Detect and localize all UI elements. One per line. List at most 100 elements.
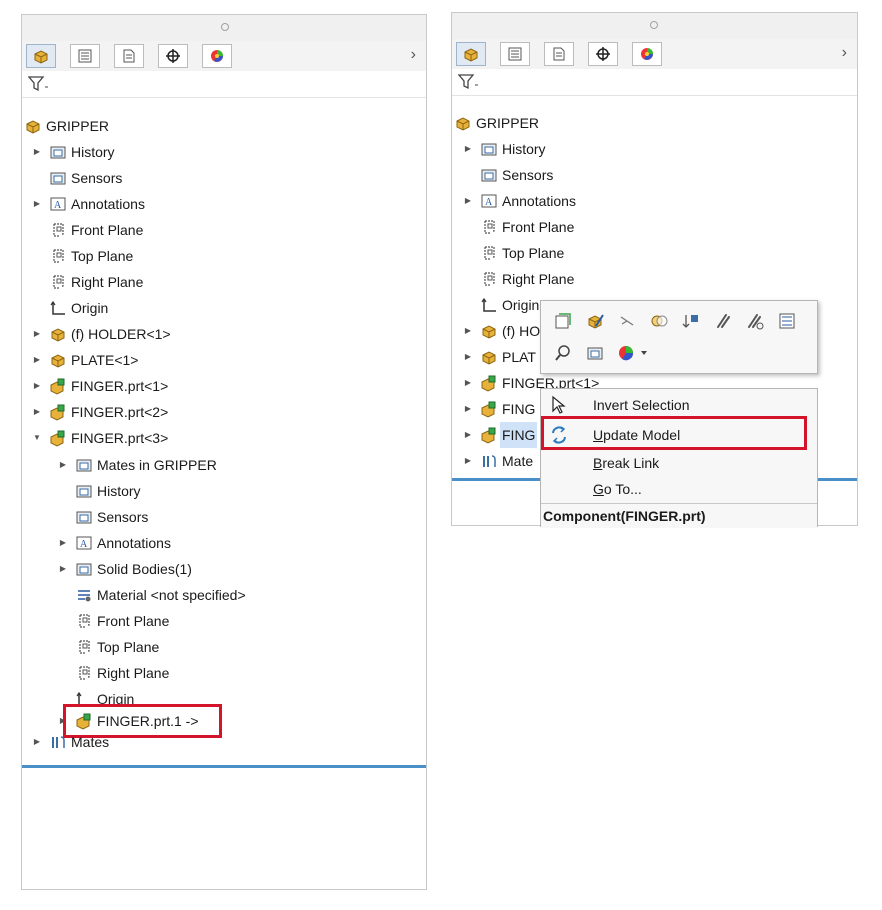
dimxpert-tab-icon[interactable]	[588, 42, 618, 66]
history-folder-icon	[76, 485, 92, 498]
mates-icon	[52, 736, 65, 749]
manager-tab-bar: ›	[22, 41, 426, 72]
chevron-right-icon[interactable]: ›	[842, 44, 847, 62]
expand-arrow-icon[interactable]: ▶	[31, 347, 43, 373]
expand-arrow-icon[interactable]: ▶	[462, 396, 474, 422]
hide-component-icon[interactable]	[615, 309, 639, 333]
display-manager-tab-icon[interactable]	[202, 44, 232, 68]
plane-icon	[79, 640, 90, 654]
rollback-bar[interactable]	[22, 765, 426, 768]
expand-arrow-icon[interactable]: ▶	[57, 452, 69, 478]
context-toolbar	[540, 300, 818, 374]
annotations-icon	[76, 536, 92, 551]
history-folder-icon	[50, 146, 66, 159]
chevron-right-icon[interactable]: ›	[411, 46, 416, 64]
linked-part-icon	[481, 427, 496, 444]
linked-part-icon	[50, 378, 65, 395]
collapse-arrow-icon[interactable]: ▼	[31, 425, 43, 451]
part-icon	[51, 354, 65, 368]
part-icon	[482, 325, 496, 339]
material-icon	[77, 590, 92, 603]
expand-arrow-icon[interactable]: ▶	[31, 399, 43, 425]
view-mates-icon[interactable]	[743, 309, 767, 333]
part-icon	[51, 328, 65, 342]
expand-arrow-icon[interactable]: ▶	[31, 139, 43, 165]
sensors-folder-icon	[481, 169, 497, 182]
expand-arrow-icon[interactable]: ▶	[462, 344, 474, 370]
mate-icon[interactable]	[711, 309, 735, 333]
expand-arrow-icon[interactable]: ▶	[31, 191, 43, 217]
plane-icon	[53, 249, 64, 263]
expand-arrow-icon[interactable]: ▶	[31, 321, 43, 347]
menu-item-invert-selection[interactable]: Invert Selection	[541, 391, 817, 419]
configuration-manager-tab-icon[interactable]	[544, 42, 574, 66]
plane-icon	[79, 614, 90, 628]
filter-icon[interactable]	[458, 73, 480, 91]
manager-tab-bar: ›	[452, 39, 857, 70]
menu-section-header: Component(FINGER.prt)	[541, 503, 817, 528]
dropdown-arrow-icon[interactable]	[637, 341, 651, 365]
expand-arrow-icon[interactable]: ▶	[57, 530, 69, 556]
part-icon	[482, 351, 496, 365]
mates-folder-icon	[76, 459, 92, 472]
feature-manager-tab-icon[interactable]	[26, 44, 56, 68]
linked-part-icon	[50, 404, 65, 421]
origin-icon	[481, 298, 497, 312]
expand-arrow-icon[interactable]: ▶	[31, 729, 43, 755]
plane-icon	[484, 246, 495, 260]
annotations-icon	[50, 197, 66, 212]
filter-icon[interactable]	[28, 75, 50, 93]
panel-title-bar	[22, 15, 426, 42]
linked-part-icon	[481, 375, 496, 392]
plane-icon	[484, 272, 495, 286]
plane-icon	[79, 666, 90, 680]
open-part-icon[interactable]	[551, 309, 575, 333]
linked-part-icon	[481, 401, 496, 418]
mates-icon	[483, 455, 496, 468]
sensors-folder-icon	[50, 172, 66, 185]
highlight-box	[541, 416, 807, 450]
plane-icon	[53, 223, 64, 237]
origin-icon	[50, 301, 66, 315]
expand-arrow-icon[interactable]: ▶	[31, 373, 43, 399]
component-properties-icon[interactable]	[775, 309, 799, 333]
annotations-icon	[481, 194, 497, 209]
expand-arrow-icon[interactable]: ▶	[462, 188, 474, 214]
expand-arrow-icon[interactable]: ▶	[462, 136, 474, 162]
plane-icon	[484, 220, 495, 234]
appearance-icon[interactable]	[615, 341, 639, 365]
context-menu: Invert Selection Update Model Break Link…	[540, 388, 818, 528]
expand-arrow-icon[interactable]: ▶	[462, 318, 474, 344]
tree-filter-bar[interactable]	[22, 71, 426, 98]
expand-arrow-icon[interactable]: ▶	[462, 370, 474, 396]
edit-part-icon[interactable]	[583, 309, 607, 333]
configuration-manager-tab-icon[interactable]	[114, 44, 144, 68]
sensors-folder-icon	[76, 511, 92, 524]
linked-part-icon	[50, 430, 65, 447]
assembly-icon	[456, 117, 470, 131]
dimxpert-tab-icon[interactable]	[158, 44, 188, 68]
menu-item-go-to[interactable]: Go To...	[541, 475, 817, 503]
grip-icon[interactable]	[221, 23, 229, 31]
solid-bodies-folder-icon	[76, 563, 92, 576]
grip-icon[interactable]	[650, 21, 658, 29]
isolate-icon[interactable]	[679, 309, 703, 333]
zoom-to-selection-icon[interactable]	[551, 341, 575, 365]
property-manager-tab-icon[interactable]	[500, 42, 530, 66]
panel-title-bar	[452, 13, 857, 40]
assembly-icon	[26, 120, 40, 134]
cursor-selection-icon	[552, 395, 566, 414]
property-manager-tab-icon[interactable]	[70, 44, 100, 68]
feature-manager-tab-icon[interactable]	[456, 42, 486, 66]
display-manager-tab-icon[interactable]	[632, 42, 662, 66]
change-transparency-icon[interactable]	[647, 309, 671, 333]
history-folder-icon	[481, 143, 497, 156]
show-in-tree-icon[interactable]	[583, 341, 607, 365]
expand-arrow-icon[interactable]: ▶	[462, 448, 474, 474]
menu-item-break-link[interactable]: Break Link	[541, 449, 817, 477]
feature-tree-panel-left: › GRIPPER ▶ History Sensors ▶ Annotation…	[21, 14, 427, 890]
plane-icon	[53, 275, 64, 289]
tree-filter-bar[interactable]	[452, 69, 857, 96]
expand-arrow-icon[interactable]: ▶	[57, 556, 69, 582]
expand-arrow-icon[interactable]: ▶	[462, 422, 474, 448]
